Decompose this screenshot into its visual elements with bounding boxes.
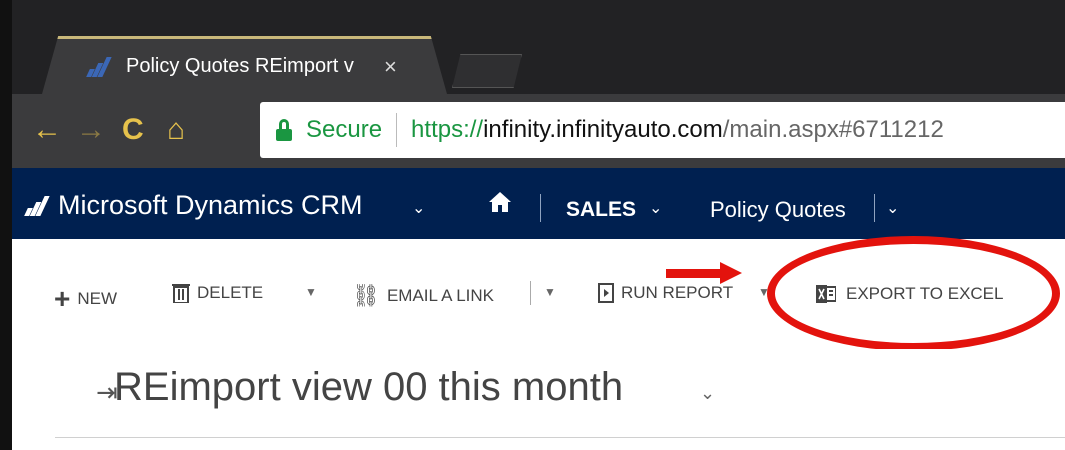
new-button[interactable]: + NEW [54, 283, 117, 315]
delete-button[interactable]: DELETE [172, 283, 263, 303]
url-path: /main.aspx#6711212 [722, 116, 944, 143]
home-icon[interactable]: ⌂ [167, 112, 185, 148]
url-host: infinity.infinityauto.com [483, 116, 723, 143]
run-report-button[interactable]: RUN REPORT [598, 283, 733, 303]
plus-icon: + [54, 283, 71, 314]
forward-arrow-icon[interactable]: → [76, 112, 106, 148]
trash-icon [172, 284, 190, 303]
tab-close-icon[interactable]: × [384, 54, 397, 80]
browser-chrome: Policy Quotes REimport v × ← → C ⌂ Secur… [12, 0, 1065, 168]
dynamics-favicon-icon [86, 56, 114, 77]
back-arrow-icon[interactable]: ← [32, 112, 62, 148]
email-dropdown-arrow-icon[interactable]: ▼ [544, 285, 556, 299]
view-header: ⇥ REimport view 00 this month ⌄ [12, 349, 1065, 429]
tab-strip: Policy Quotes REimport v × [12, 0, 1065, 94]
nav-divider [540, 194, 541, 222]
chevron-down-icon[interactable]: ⌄ [886, 198, 899, 218]
home-icon[interactable] [488, 190, 512, 214]
tab-title: Policy Quotes REimport v [126, 55, 354, 77]
browser-toolbar: ← → C ⌂ Secure https:// infinity.infinit… [12, 94, 1065, 168]
report-icon [598, 283, 614, 303]
command-divider [530, 281, 531, 305]
nav-divider [874, 194, 875, 222]
view-title[interactable]: REimport view 00 this month [114, 365, 623, 410]
email-a-link-label: EMAIL A LINK [386, 286, 495, 305]
address-bar[interactable]: Secure https:// infinity.infinityauto.co… [260, 102, 1065, 158]
crm-app-title[interactable]: Microsoft Dynamics CRM [58, 190, 363, 221]
new-tab-button[interactable] [452, 54, 522, 88]
new-label: NEW [77, 289, 118, 308]
annotation-highlight-circle [767, 236, 1060, 351]
delete-label: DELETE [197, 283, 264, 302]
lock-icon[interactable] [276, 119, 292, 141]
view-selector-chevron-icon[interactable]: ⌄ [700, 383, 715, 404]
email-a-link-button[interactable]: ⛓ EMAIL A LINK [352, 283, 494, 309]
run-report-label: RUN REPORT [621, 283, 734, 302]
browser-tab-active[interactable]: Policy Quotes REimport v × [42, 36, 447, 94]
annotation-arrow-icon [666, 262, 742, 284]
dynamics-logo-icon [24, 196, 52, 216]
nav-area-sales[interactable]: SALES [566, 198, 636, 222]
nav-entity-policy-quotes[interactable]: Policy Quotes [710, 197, 846, 223]
reload-icon[interactable]: C [122, 112, 144, 148]
chevron-down-icon[interactable]: ⌄ [649, 198, 662, 218]
window-frame-edge [0, 0, 12, 450]
chevron-down-icon[interactable]: ⌄ [412, 198, 425, 218]
delete-dropdown-arrow-icon[interactable]: ▼ [305, 285, 317, 299]
address-divider [396, 113, 398, 147]
url-scheme: https:// [411, 116, 484, 143]
grid-top-divider [55, 437, 1065, 438]
link-icon: ⛓ [352, 283, 380, 308]
crm-nav-bar: Microsoft Dynamics CRM ⌄ SALES ⌄ Policy … [12, 168, 1065, 239]
secure-label: Secure [306, 116, 383, 143]
